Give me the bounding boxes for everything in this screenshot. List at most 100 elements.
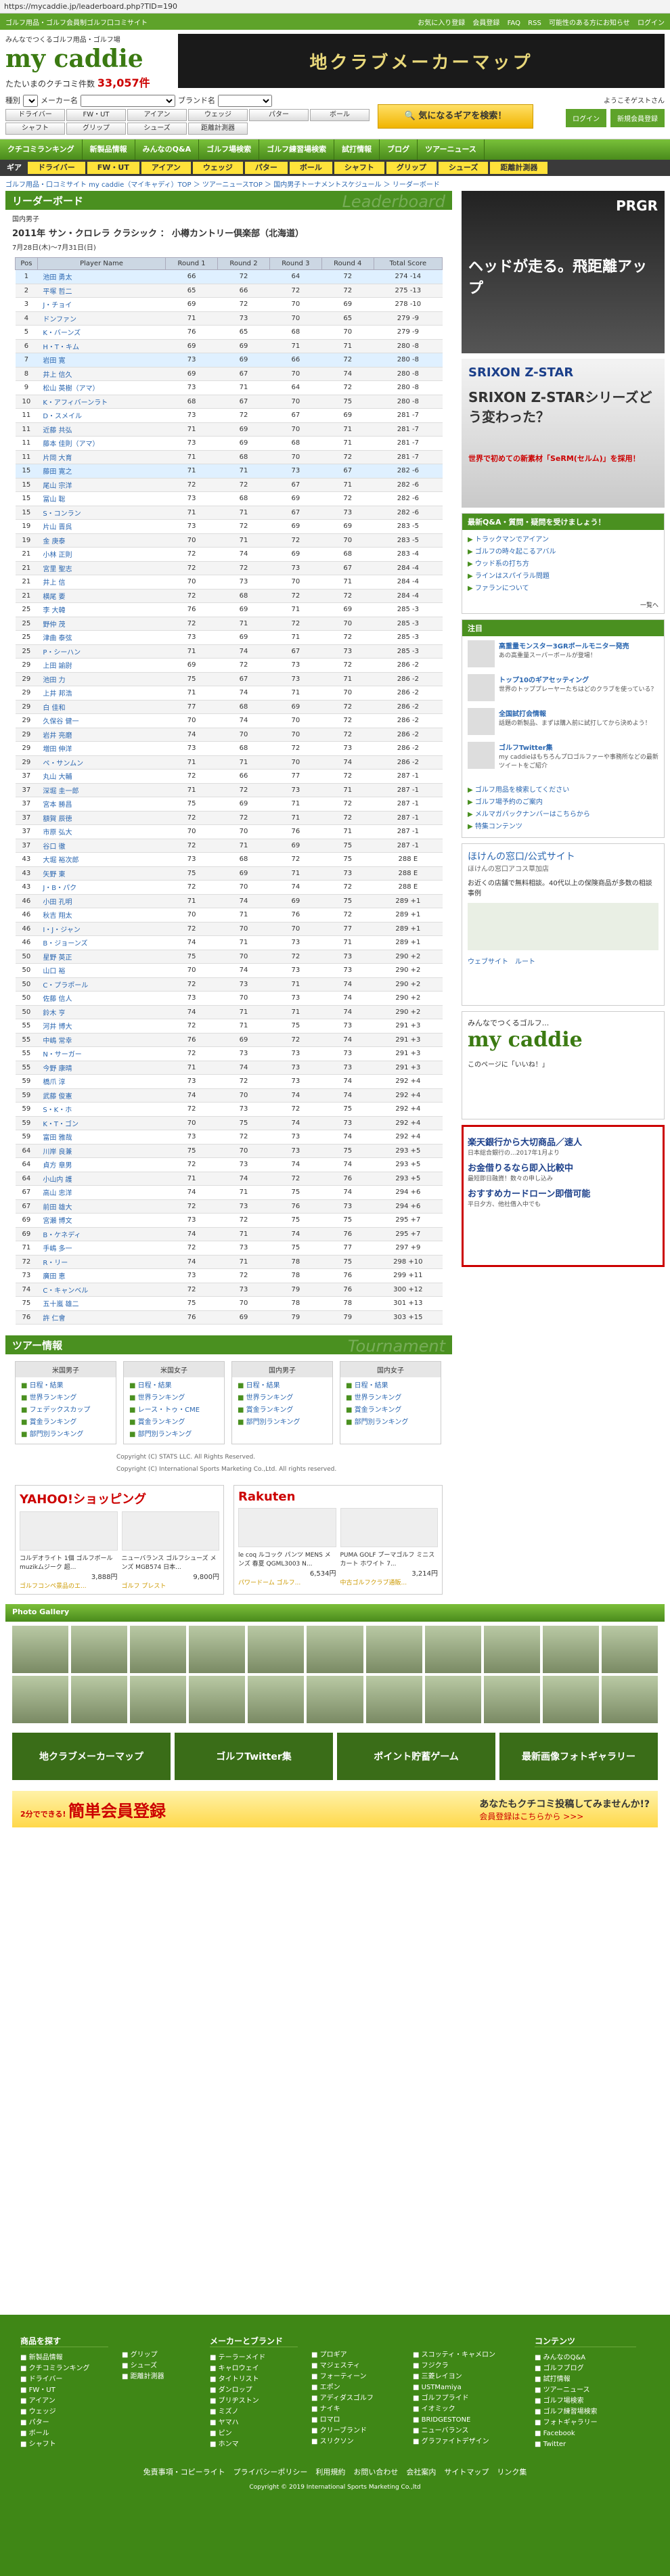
promo-point-game[interactable]: ポイント貯蓄ゲーム [337,1733,495,1780]
player-name-link[interactable]: 岩田 寛 [37,353,166,368]
cat-driver[interactable]: ドライバー [5,109,65,121]
footer-link[interactable]: ■ 三菱レイヨン [413,2372,521,2382]
footer-link[interactable]: ■ ボール [20,2428,108,2439]
tour-info-link[interactable]: 日程・結果 [21,1380,110,1392]
shop-item[interactable]: ニューバランス ゴルフシューズ メンズ MGB574 日本... 9,800円 ゴル… [121,1511,219,1590]
player-name-link[interactable]: ドンファン [37,311,166,326]
shop-brand[interactable]: YAHOO!ショッピング [20,1490,219,1507]
player-name-link[interactable]: 白 佳和 [37,700,166,714]
featured-item[interactable]: ゴルフTwitter集 my caddieはもちろんプロゴルファーや事務所などの最… [468,742,658,770]
featured-title[interactable]: ゴルフTwitter集 [499,742,658,752]
footer-link[interactable]: ■ グラファイトデザイン [413,2437,521,2447]
cat-putter[interactable]: パター [249,109,309,121]
footer-link[interactable]: ■ ウェッジ [20,2407,108,2418]
gear-nav-fwut[interactable]: FW・UT [87,162,139,174]
qa-item[interactable]: ウッド系の打ち方 [468,558,658,571]
player-name-link[interactable]: 丸山 大輔 [37,769,166,784]
footer-link[interactable]: ■ エポン [311,2382,399,2393]
shop-item-store[interactable]: ゴルフコンペ景品のエ... [20,1581,118,1590]
player-name-link[interactable]: 片山 晋呉 [37,519,166,534]
tour-info-link[interactable]: 日程・結果 [238,1380,327,1392]
footer-link[interactable]: ■ ヤマハ [210,2418,298,2428]
footer-link[interactable]: ■ フジクラ [413,2361,521,2372]
player-name-link[interactable]: 岩井 亮磨 [37,728,166,742]
qa-item[interactable]: トラックマンでアイアン [468,534,658,546]
type-select[interactable] [23,95,38,107]
cat-grip[interactable]: グリップ [66,123,126,135]
featured-item[interactable]: 全国試打会情報 話題の新製品、まずは購入前に試打してから決めよう！ [468,708,658,735]
player-name-link[interactable]: 宮本 勝昌 [37,797,166,812]
qa-item[interactable]: ラインはスパイラル問題 [468,571,658,583]
promo-photo-gallery[interactable]: 最新画像フォトギャラリー [499,1733,658,1780]
fb-box-logo[interactable]: my caddie [468,1028,658,1052]
footer-link[interactable]: ■ シャフト [20,2439,108,2450]
gear-nav-grip[interactable]: グリップ [386,162,437,174]
tour-info-link[interactable]: 世界ランキング [21,1392,110,1404]
gear-nav-rangefinder[interactable]: 距離計測器 [490,162,548,174]
footer-bottom-link[interactable]: リンク集 [497,2468,527,2477]
footer-link[interactable]: ■ 試打情報 [535,2374,636,2385]
player-name-link[interactable]: 野仲 茂 [37,617,166,631]
shop-item-thumb[interactable] [121,1511,219,1551]
logo-name[interactable]: my caddie [5,44,178,74]
tour-info-link[interactable]: 日程・結果 [129,1380,219,1392]
tour-info-link[interactable]: 賞金ランキング [129,1417,219,1429]
gallery-photo[interactable] [483,1676,540,1723]
cat-iron[interactable]: アイアン [127,109,187,121]
player-name-link[interactable]: 手嶋 多一 [37,1241,166,1256]
gear-search-button[interactable]: 🔍 気になるギアを検索！ [378,104,533,129]
shop-item-name[interactable]: le coq ルコック パンツ MENS メンズ 春夏 QGML3003 N..… [238,1550,336,1568]
maker-select[interactable] [81,95,175,107]
gallery-photo[interactable] [130,1676,187,1723]
footer-link[interactable]: ■ アイアン [20,2396,108,2407]
featured-item[interactable]: 高重量モンスター3GRボールモニター発売 あの高重量スーパーボールが登場！ [468,640,658,667]
text-ad-title[interactable]: お金借りるなら即入比較中 [468,1161,658,1174]
footer-bottom-link[interactable]: プライバシーポリシー [233,2468,308,2477]
player-name-link[interactable]: 松山 英樹（アマ） [37,380,166,395]
nav-ranking[interactable]: クチコミランキング [0,139,83,160]
promo-maker-map[interactable]: 地クラブメーカーマップ [12,1733,171,1780]
player-name-link[interactable]: S・コンラン [37,506,166,520]
shop-item-store[interactable]: 中古ゴルフクラブ通販... [340,1578,439,1586]
gallery-photo[interactable] [12,1626,69,1673]
player-name-link[interactable]: P・シーハン [37,644,166,659]
gear-nav-putter[interactable]: パター [244,162,288,174]
cat-wedge[interactable]: ウェッジ [188,109,248,121]
player-name-link[interactable]: H・T・キム [37,339,166,353]
featured-link[interactable]: ゴルフ場予約のご案内 [468,797,658,809]
map-thumbnail[interactable] [468,903,658,950]
player-name-link[interactable]: 高山 忠洋 [37,1185,166,1200]
player-name-link[interactable]: D・スメイル [37,408,166,423]
footer-link[interactable]: ■ ゴルフ練習場検索 [535,2407,636,2418]
gallery-photo[interactable] [307,1626,363,1673]
player-name-link[interactable]: C・プラポール [37,977,166,992]
shop-item-store[interactable]: パワードーム ゴルフ... [238,1578,336,1586]
player-name-link[interactable]: 市原 弘大 [37,824,166,839]
tour-info-link[interactable]: 部門別ランキング [346,1417,435,1429]
gallery-photo[interactable] [365,1676,422,1723]
player-name-link[interactable]: C・キャンベル [37,1283,166,1297]
player-name-link[interactable]: 小林 正則 [37,547,166,562]
footer-link[interactable]: ■ キャロウェイ [210,2363,298,2374]
topbar-link-login[interactable]: ログイン [638,20,665,27]
nav-course-search[interactable]: ゴルフ場検索 [199,139,260,160]
player-name-link[interactable]: I・J・ジャン [37,922,166,936]
player-name-link[interactable]: ペ・サンムン [37,755,166,770]
player-name-link[interactable]: 藤本 佳則（アマ） [37,436,166,451]
shop-item[interactable]: le coq ルコック パンツ MENS メンズ 春夏 QGML3003 N..… [238,1508,336,1586]
player-name-link[interactable]: 上井 邦浩 [37,686,166,701]
shop-item-name[interactable]: コルデオライト 1個 ゴルフボール muzikムジーク 超... [20,1553,118,1571]
gear-nav-shaft[interactable]: シャフト [334,162,384,174]
fb-like-text[interactable]: このページに「いいね！」 [468,1059,658,1069]
player-name-link[interactable]: 深堀 圭一郎 [37,783,166,797]
gear-nav-iron[interactable]: アイアン [141,162,191,174]
brand-select[interactable] [218,95,272,107]
map-ad-title[interactable]: ほけんの窓口/公式サイト [468,849,658,863]
map-ad-website[interactable]: ウェブサイト [468,956,508,966]
featured-title[interactable]: 全国試打会情報 [499,708,651,718]
gear-nav-ball[interactable]: ボール [289,162,332,174]
player-name-link[interactable]: J・チョイ [37,297,166,312]
footer-bottom-link[interactable]: サイトマップ [444,2468,489,2477]
tour-info-link[interactable]: 賞金ランキング [238,1404,327,1417]
footer-link[interactable]: ■ ドライバー [20,2374,108,2385]
